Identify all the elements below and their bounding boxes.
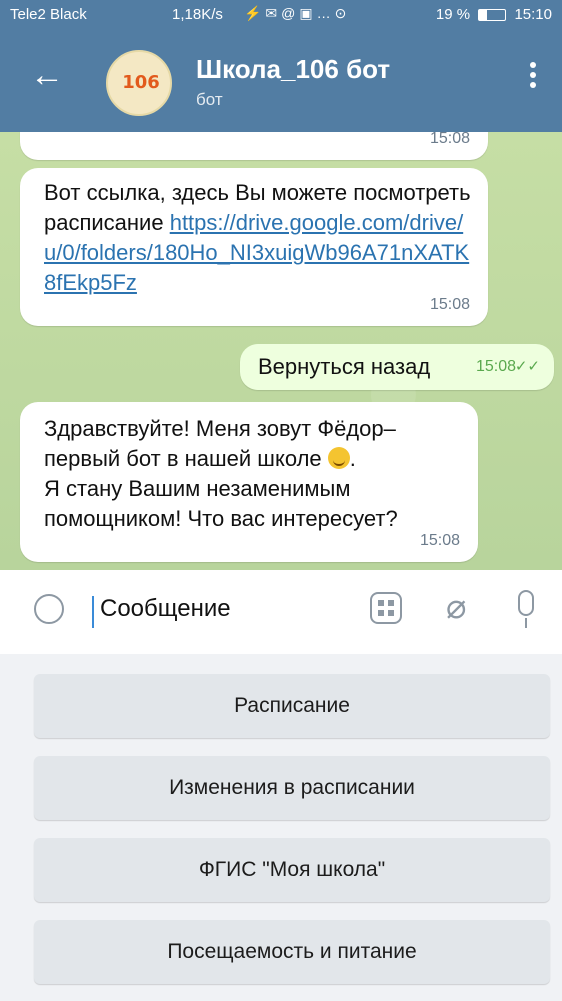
schedule-changes-button[interactable]: Изменения в расписании bbox=[34, 756, 550, 820]
message-input-bar: ⌀ bbox=[0, 570, 562, 654]
text-cursor bbox=[92, 596, 94, 628]
schedule-button[interactable]: Расписание bbox=[34, 674, 550, 738]
message-bubble: 15:08 bbox=[20, 132, 488, 160]
message-bubble: Вот ссылка, здесь Вы можете посмотреть р… bbox=[20, 168, 488, 326]
fgis-my-school-button[interactable]: ФГИС "Моя школа" bbox=[34, 838, 550, 902]
chat-header: ← 106 Школа_106 бот бот bbox=[0, 28, 562, 132]
message-text: Вернуться назад bbox=[258, 354, 431, 379]
chat-area[interactable]: 15:08 Вот ссылка, здесь Вы можете посмот… bbox=[0, 132, 562, 570]
message-time: 15:08 bbox=[429, 296, 470, 313]
clock: 15:10 bbox=[514, 6, 552, 23]
message-line: помощником! Что вас интересует? bbox=[44, 506, 398, 531]
message-bubble: Здравствуйте! Меня зовут Фёдор– первый б… bbox=[20, 402, 478, 562]
message-time: 15:08 bbox=[429, 132, 470, 147]
message-time: 15:08 bbox=[475, 358, 516, 375]
message-time: 15:08 bbox=[419, 532, 460, 549]
message-line-wrap: первый бот в нашей школе . bbox=[44, 446, 356, 471]
avatar[interactable]: 106 bbox=[106, 50, 172, 116]
message-text: Вот ссылка, здесь Вы можете посмотреть р… bbox=[44, 178, 474, 298]
battery-icon bbox=[478, 9, 507, 22]
message-line: Здравствуйте! Меня зовут Фёдор– bbox=[44, 416, 396, 441]
chat-subtitle: бот bbox=[196, 90, 223, 109]
smiling-face-emoji-icon bbox=[327, 447, 350, 469]
message-line: Я стану Вашим незаменимым bbox=[44, 476, 351, 501]
status-icons: ⚡✉@▣…⊙ bbox=[244, 5, 351, 21]
message-line: первый бот в нашей школе bbox=[44, 446, 322, 471]
battery-percent: 19 % bbox=[435, 6, 471, 23]
network-speed: 1,18K/s bbox=[172, 6, 223, 23]
status-bar: Tele2 Black 1,18K/s ⚡✉@▣…⊙ 19 % 15:10 bbox=[0, 0, 562, 28]
status-right: 19 % 15:10 bbox=[436, 6, 552, 23]
bot-keyboard: Расписание Изменения в расписании ФГИС "… bbox=[0, 654, 562, 1001]
read-ticks-icon: ✓✓ bbox=[514, 358, 540, 375]
chat-title[interactable]: Школа_106 бот bbox=[196, 54, 390, 85]
attendance-meals-button[interactable]: Посещаемость и питание bbox=[34, 920, 550, 984]
emoji-icon[interactable] bbox=[34, 594, 64, 624]
outgoing-message-bubble: Вернуться назад 15:08 ✓✓ bbox=[240, 344, 554, 390]
message-text: Здравствуйте! Меня зовут Фёдор– первый б… bbox=[44, 414, 464, 534]
carrier-name: Tele2 Black bbox=[10, 6, 87, 23]
attach-paperclip-icon[interactable]: ⌀ bbox=[446, 590, 466, 624]
message-input[interactable] bbox=[98, 594, 342, 624]
bot-keyboard-icon[interactable] bbox=[370, 592, 402, 624]
microphone-icon[interactable] bbox=[518, 590, 534, 628]
avatar-logo: 106 bbox=[122, 72, 160, 93]
back-arrow-icon[interactable]: ← bbox=[30, 58, 64, 92]
more-options-icon[interactable] bbox=[530, 62, 536, 92]
